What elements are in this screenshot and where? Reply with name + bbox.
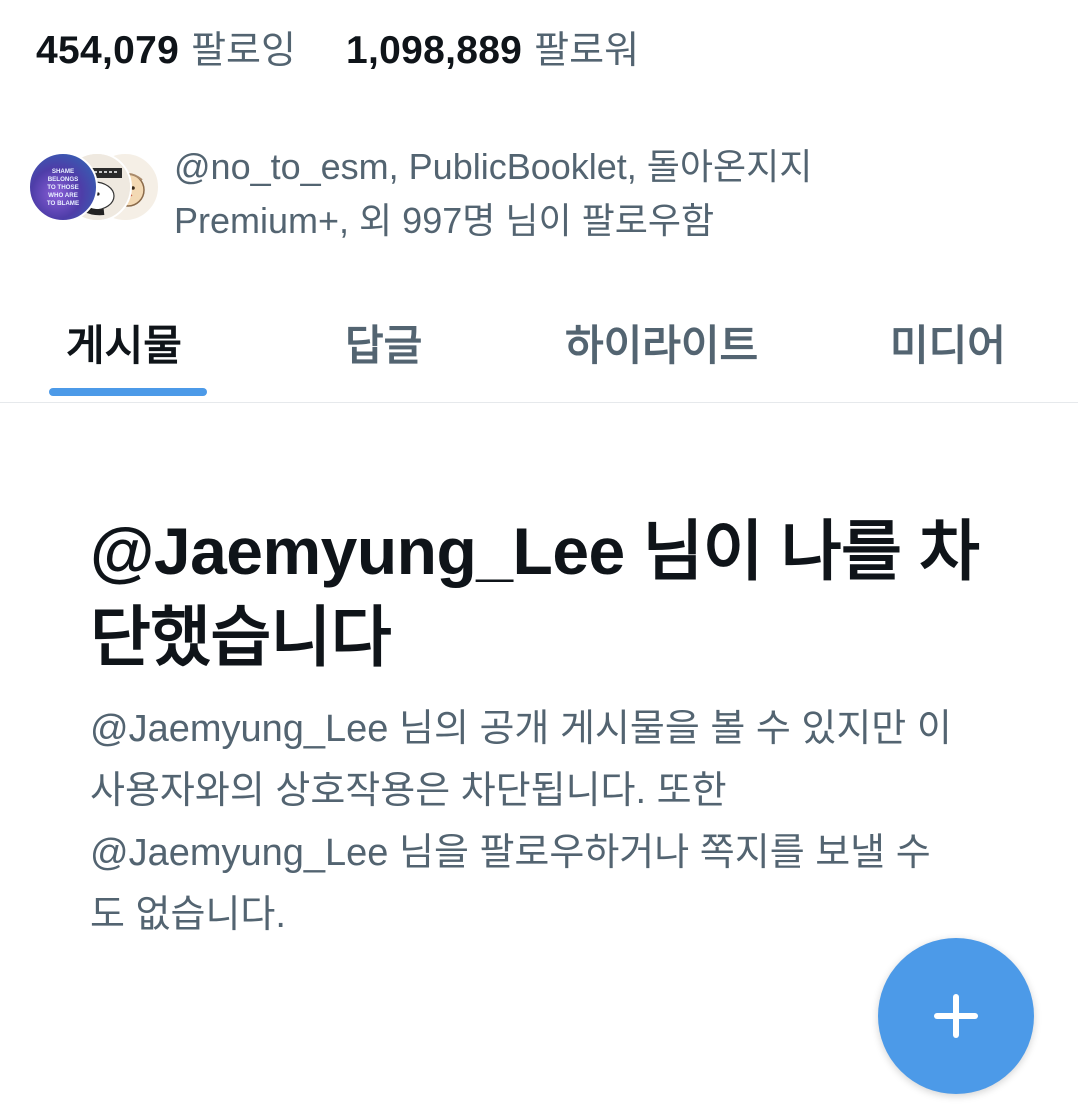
svg-text:TO THOSE: TO THOSE — [47, 184, 79, 191]
followed-by-row[interactable]: SHAME BELONGS TO THOSE WHO ARE TO BLAME … — [28, 140, 1048, 250]
followers-stat[interactable]: 1,098,889 팔로워 — [346, 19, 639, 74]
tab-highlights[interactable]: 하이라이트 — [565, 298, 758, 402]
following-label: 팔로잉 — [191, 29, 296, 72]
follower-avatars: SHAME BELONGS TO THOSE WHO ARE TO BLAME — [28, 152, 160, 224]
tab-posts[interactable]: 게시물 — [66, 298, 182, 402]
svg-text:BELONGS: BELONGS — [48, 176, 79, 183]
following-count: 454,079 — [36, 28, 180, 72]
followed-by-text: @no_to_esm, PublicBooklet, 돌아온지지 Premium… — [174, 146, 813, 241]
svg-text:TO BLAME: TO BLAME — [47, 200, 79, 207]
compose-button[interactable] — [878, 938, 1034, 1094]
tab-replies[interactable]: 답글 — [345, 298, 422, 402]
profile-stats: 454,079 팔로잉 1,098,889 팔로워 — [36, 18, 639, 74]
blocked-title: @Jaemyung_Lee 님이 나를 차단했습니다 — [90, 514, 980, 674]
active-tab-indicator — [49, 388, 207, 396]
blocked-description: @Jaemyung_Lee 님의 공개 게시물을 볼 수 있지만 이 사용자와의… — [90, 708, 952, 936]
follower-avatar-1: SHAME BELONGS TO THOSE WHO ARE TO BLAME — [28, 152, 98, 222]
profile-tabs: 게시물 답글 하이라이트 미디어 — [0, 298, 1078, 403]
svg-text:WHO ARE: WHO ARE — [48, 192, 78, 199]
plus-icon — [934, 994, 978, 1038]
following-stat[interactable]: 454,079 팔로잉 — [36, 19, 296, 74]
followers-count: 1,098,889 — [345, 28, 523, 72]
svg-text:SHAME: SHAME — [52, 168, 74, 175]
tab-media[interactable]: 미디어 — [890, 298, 1006, 402]
followers-label: 팔로워 — [534, 29, 640, 72]
blocked-notice: @Jaemyung_Lee 님이 나를 차단했습니다 @Jaemyung_Lee… — [90, 508, 990, 946]
